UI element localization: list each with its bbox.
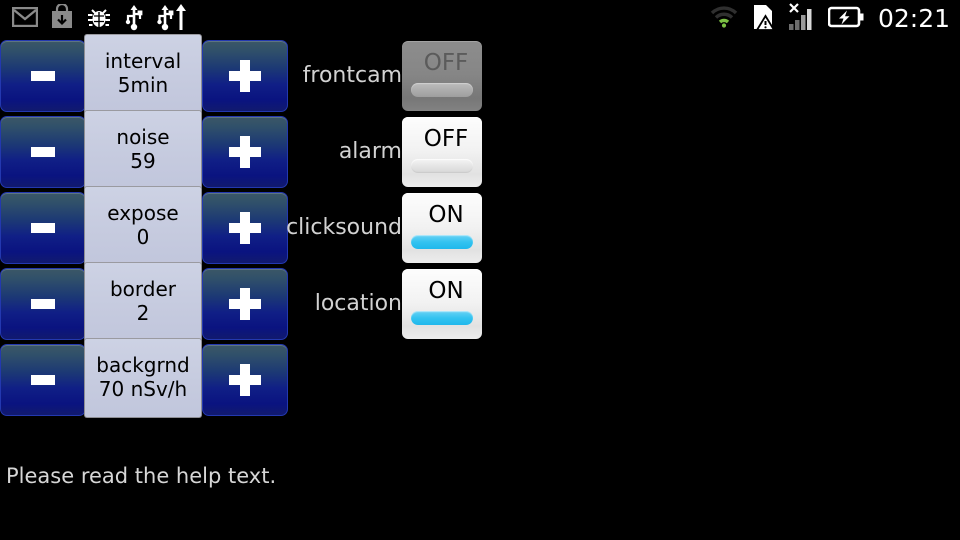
toggle-label-frontcam: frontcam: [302, 63, 402, 88]
decrement-button-interval[interactable]: [0, 40, 86, 112]
plus-icon: [229, 60, 261, 92]
increment-button-border[interactable]: [202, 268, 288, 340]
plus-icon: [229, 288, 261, 320]
stepper-row-interval: interval 5min: [0, 34, 288, 114]
stepper-value-backgrnd: 70 nSv/h: [98, 377, 188, 401]
gmail-icon: [11, 6, 39, 31]
signal-bars-no-service-icon: [787, 3, 817, 35]
decrement-button-noise[interactable]: [0, 116, 86, 188]
stepper-row-noise: noise 59: [0, 110, 288, 190]
toggle-track-location: [411, 311, 473, 325]
toggle-state-alarm: OFF: [423, 126, 469, 152]
toggle-state-clicksound: ON: [428, 202, 464, 228]
stepper-value-noise: 59: [130, 149, 156, 173]
toggle-switch-frontcam[interactable]: OFF: [402, 41, 482, 111]
minus-icon: [31, 147, 55, 157]
bug-icon: [86, 4, 112, 34]
stepper-panel: interval 5min noise 59 expose 0 border 2…: [0, 34, 288, 418]
increment-button-interval[interactable]: [202, 40, 288, 112]
toggle-row-alarm: alarm OFF: [300, 114, 500, 190]
toggle-track-alarm: [411, 159, 473, 173]
minus-icon: [31, 71, 55, 81]
battery-charging-icon: [827, 6, 864, 32]
value-button-backgrnd[interactable]: backgrnd 70 nSv/h: [84, 338, 202, 418]
minus-icon: [31, 299, 55, 309]
stepper-name-backgrnd: backgrnd: [96, 353, 190, 378]
value-button-expose[interactable]: expose 0: [84, 186, 202, 266]
usb-icon: [124, 3, 144, 35]
usb-upload-icon: [156, 3, 188, 35]
toggle-state-location: ON: [428, 278, 464, 304]
stepper-value-interval: 5min: [117, 73, 169, 97]
toggle-switch-clicksound[interactable]: ON: [402, 193, 482, 263]
stepper-name-expose: expose: [107, 201, 179, 226]
toggle-row-frontcam: frontcam OFF: [300, 38, 500, 114]
increment-button-expose[interactable]: [202, 192, 288, 264]
plus-icon: [229, 364, 261, 396]
stepper-name-border: border: [109, 277, 177, 302]
status-bar-right-icons: 02:21: [709, 0, 950, 38]
decrement-button-border[interactable]: [0, 268, 86, 340]
toggle-panel: frontcam OFF alarm OFF clicksound ON loc…: [286, 38, 500, 342]
stepper-value-border: 2: [136, 301, 150, 325]
stepper-name-noise: noise: [116, 125, 170, 150]
toggle-label-clicksound: clicksound: [286, 215, 402, 240]
toggle-switch-alarm[interactable]: OFF: [402, 117, 482, 187]
minus-icon: [31, 223, 55, 233]
status-bar[interactable]: 02:21: [0, 0, 960, 38]
increment-button-backgrnd[interactable]: [202, 344, 288, 416]
help-hint-text: Please read the help text.: [6, 464, 277, 488]
stepper-row-border: border 2: [0, 262, 288, 342]
plus-icon: [229, 136, 261, 168]
stepper-name-interval: interval: [104, 49, 182, 74]
toggle-row-location: location ON: [300, 266, 500, 342]
minus-icon: [31, 375, 55, 385]
stepper-row-expose: expose 0: [0, 186, 288, 266]
plus-icon: [229, 212, 261, 244]
decrement-button-backgrnd[interactable]: [0, 344, 86, 416]
sdcard-warning-icon: [750, 3, 776, 35]
status-bar-left-icons: [0, 2, 188, 35]
value-button-noise[interactable]: noise 59: [84, 110, 202, 190]
wifi-icon: [709, 5, 739, 33]
value-button-border[interactable]: border 2: [84, 262, 202, 342]
decrement-button-expose[interactable]: [0, 192, 86, 264]
value-button-interval[interactable]: interval 5min: [84, 34, 202, 114]
increment-button-noise[interactable]: [202, 116, 288, 188]
toggle-label-location: location: [314, 291, 402, 316]
toggle-switch-location[interactable]: ON: [402, 269, 482, 339]
stepper-value-expose: 0: [136, 225, 150, 249]
toggle-track-frontcam: [411, 83, 473, 97]
download-bag-icon: [50, 2, 74, 34]
toggle-track-clicksound: [411, 235, 473, 249]
toggle-row-clicksound: clicksound ON: [286, 190, 500, 266]
clock: 02:21: [877, 4, 950, 33]
toggle-label-alarm: alarm: [338, 139, 402, 164]
toggle-state-frontcam: OFF: [423, 50, 469, 76]
stepper-row-backgrnd: backgrnd 70 nSv/h: [0, 338, 288, 418]
